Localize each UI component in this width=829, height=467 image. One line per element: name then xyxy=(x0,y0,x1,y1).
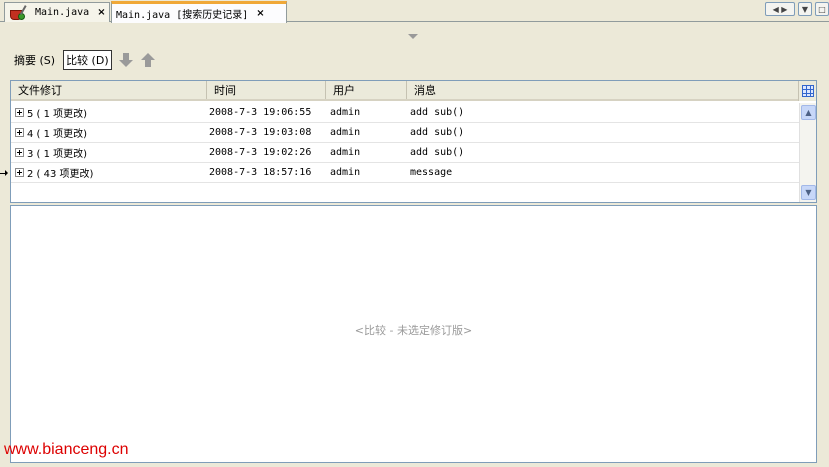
summary-toggle[interactable]: 摘要 (S) xyxy=(12,50,57,70)
previous-difference-icon[interactable] xyxy=(140,52,156,68)
message-cell: add sub() xyxy=(410,107,465,118)
message-cell: add sub() xyxy=(410,147,465,158)
close-icon[interactable]: × xyxy=(256,8,264,19)
splitter-handle-icon[interactable] xyxy=(408,34,418,39)
current-row-arrow-icon xyxy=(0,170,8,177)
time-cell: 2008-7-3 19:02:26 xyxy=(209,147,312,158)
expand-icon[interactable] xyxy=(15,148,24,157)
message-cell: message xyxy=(410,167,453,178)
user-cell: admin xyxy=(330,167,361,178)
table-header: 文件修订 时间 用户 消息 xyxy=(11,81,800,101)
time-cell: 2008-7-3 19:06:55 xyxy=(209,107,312,118)
tab-label: Main.java xyxy=(35,7,90,18)
user-cell: admin xyxy=(330,127,361,138)
history-toolbar: 摘要 (S) 比较 (D) xyxy=(12,49,156,71)
diff-view-panel: <比较 - 未选定修订版> xyxy=(10,205,817,463)
expand-icon[interactable] xyxy=(15,168,24,177)
scroll-up-icon[interactable]: ▲ xyxy=(801,105,816,120)
table-row[interactable]: 4 ( 1 项更改) 2008-7-3 19:03:08 admin add s… xyxy=(11,123,800,143)
table-body: 5 ( 1 项更改) 2008-7-3 19:06:55 admin add s… xyxy=(11,103,800,183)
user-cell: admin xyxy=(330,107,361,118)
site-watermark: www.bianceng.cn xyxy=(4,441,129,458)
table-row[interactable]: 2 ( 43 项更改) 2008-7-3 18:57:16 admin mess… xyxy=(11,163,800,183)
table-row[interactable]: 5 ( 1 项更改) 2008-7-3 19:06:55 admin add s… xyxy=(11,103,800,123)
maximize-window-icon[interactable]: □ xyxy=(815,2,829,16)
column-header-time[interactable]: 时间 xyxy=(207,81,326,99)
tab-label: Main.java [搜索历史记录] xyxy=(116,10,249,21)
revision-cell: 4 ( 1 项更改) xyxy=(27,129,88,140)
message-cell: add sub() xyxy=(410,127,465,138)
table-row[interactable]: 3 ( 1 项更改) 2008-7-3 19:02:26 admin add s… xyxy=(11,143,800,163)
compare-toggle[interactable]: 比较 (D) xyxy=(63,50,112,70)
column-header-message[interactable]: 消息 xyxy=(407,81,800,99)
tab-scroll-buttons[interactable]: ◀ ▶ xyxy=(765,2,795,16)
revision-cell: 2 ( 43 项更改) xyxy=(27,169,94,180)
user-cell: admin xyxy=(330,147,361,158)
close-icon[interactable]: × xyxy=(97,7,105,18)
vertical-scrollbar[interactable]: ▲ ▼ xyxy=(799,103,816,202)
diff-placeholder: <比较 - 未选定修订版> xyxy=(354,324,473,337)
editor-tab-strip: Main.java × Main.java [搜索历史记录] × ◀ ▶ ▼ □ xyxy=(0,0,829,23)
column-header-user[interactable]: 用户 xyxy=(326,81,407,99)
scroll-left-icon[interactable]: ◀ xyxy=(773,5,779,14)
expand-icon[interactable] xyxy=(15,128,24,137)
java-app-icon xyxy=(9,4,31,21)
column-header-revision[interactable]: 文件修订 xyxy=(11,81,207,99)
column-chooser-icon[interactable] xyxy=(798,81,816,101)
revision-cell: 5 ( 1 项更改) xyxy=(27,109,88,120)
revision-table: 文件修订 时间 用户 消息 5 ( 1 项更改) 2008-7-3 19:06:… xyxy=(10,80,817,203)
scroll-down-icon[interactable]: ▼ xyxy=(801,185,816,200)
scroll-right-icon[interactable]: ▶ xyxy=(781,5,787,14)
time-cell: 2008-7-3 18:57:16 xyxy=(209,167,312,178)
revision-cell: 3 ( 1 项更改) xyxy=(27,149,88,160)
next-difference-icon[interactable] xyxy=(118,52,134,68)
tab-list-dropdown-icon[interactable]: ▼ xyxy=(798,2,812,16)
time-cell: 2008-7-3 19:03:08 xyxy=(209,127,312,138)
tab-main-java-history[interactable]: Main.java [搜索历史记录] × xyxy=(111,1,287,23)
expand-icon[interactable] xyxy=(15,108,24,117)
tab-main-java[interactable]: Main.java × xyxy=(4,2,110,22)
